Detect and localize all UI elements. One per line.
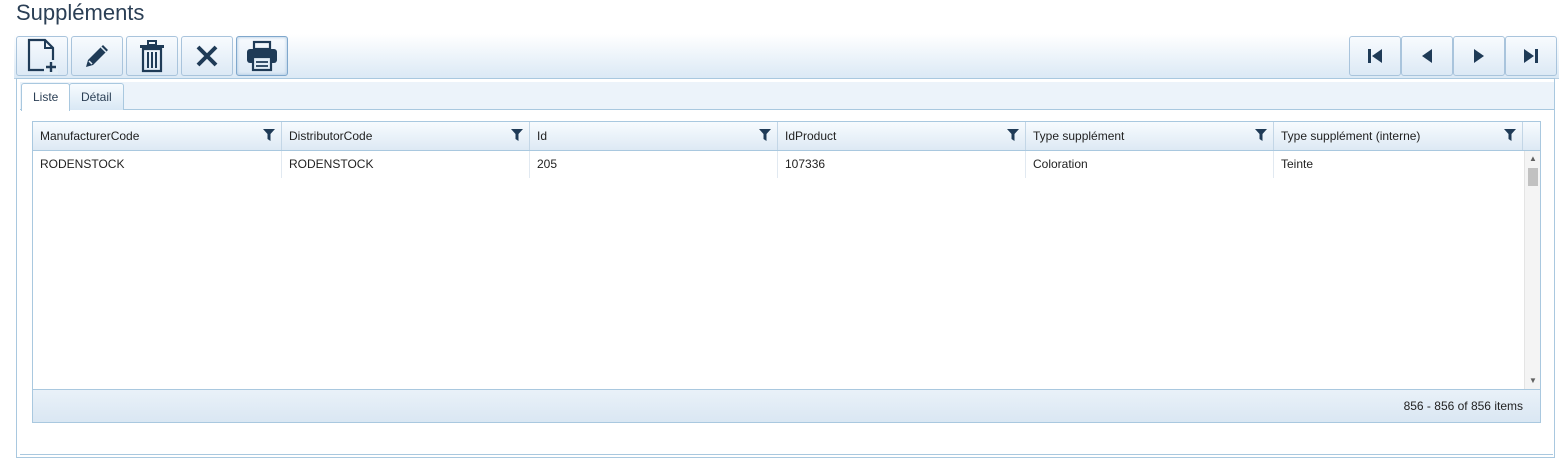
- grid-pager-info: 856 - 856 of 856 items: [33, 389, 1540, 422]
- cell-id: 205: [530, 151, 778, 178]
- column-header-distributorcode[interactable]: DistributorCode: [282, 122, 530, 150]
- next-button[interactable]: [1453, 36, 1505, 76]
- toolbar: [14, 34, 1559, 79]
- next-icon: [1474, 49, 1484, 63]
- last-page-icon: [1524, 49, 1538, 63]
- first-page-icon: [1368, 49, 1382, 63]
- previous-button[interactable]: [1401, 36, 1453, 76]
- filter-icon[interactable]: [1007, 129, 1019, 141]
- scroll-down-icon[interactable]: ▼: [1529, 377, 1537, 385]
- column-header-label: ManufacturerCode: [40, 129, 140, 143]
- column-header-id[interactable]: Id: [530, 122, 778, 150]
- column-header-label: Type supplément: [1033, 129, 1125, 143]
- filter-icon[interactable]: [263, 129, 275, 141]
- cancel-button[interactable]: [181, 36, 233, 76]
- delete-button[interactable]: [126, 36, 178, 76]
- scroll-up-icon[interactable]: ▲: [1529, 155, 1537, 163]
- close-icon: [196, 45, 218, 67]
- new-document-button[interactable]: [16, 36, 68, 76]
- grid-header: ManufacturerCode DistributorCode Id IdPr…: [33, 122, 1540, 151]
- filter-icon[interactable]: [511, 129, 523, 141]
- column-header-manufacturercode[interactable]: ManufacturerCode: [33, 122, 282, 150]
- column-header-label: Id: [537, 129, 548, 143]
- column-header-type-supplement[interactable]: Type supplément: [1026, 122, 1274, 150]
- previous-icon: [1422, 49, 1432, 63]
- print-button[interactable]: [236, 36, 288, 76]
- cell-type-supplement-interne: Teinte: [1281, 157, 1314, 171]
- edit-button[interactable]: [71, 36, 123, 76]
- printer-icon: [247, 40, 277, 72]
- tab-liste[interactable]: Liste: [21, 83, 71, 111]
- column-header-label: DistributorCode: [289, 129, 373, 143]
- last-page-button[interactable]: [1505, 36, 1557, 76]
- filter-icon[interactable]: [1255, 129, 1267, 141]
- column-header-idproduct[interactable]: IdProduct: [778, 122, 1026, 150]
- tab-strip: [20, 82, 1554, 110]
- column-header-label: Type supplément (interne): [1281, 129, 1421, 143]
- tab-detail[interactable]: Détail: [69, 83, 124, 110]
- filter-icon[interactable]: [759, 129, 771, 141]
- column-header-label: IdProduct: [785, 129, 837, 143]
- scroll-thumb[interactable]: [1528, 168, 1538, 186]
- data-grid: ManufacturerCode DistributorCode Id IdPr…: [32, 121, 1541, 423]
- first-page-button[interactable]: [1349, 36, 1401, 76]
- trash-icon: [140, 40, 164, 73]
- page-title: Suppléments: [16, 0, 145, 25]
- cell-type-supplement: Coloration: [1026, 151, 1274, 178]
- new-document-icon: [27, 38, 58, 74]
- vertical-scrollbar[interactable]: ▲ ▼: [1524, 151, 1540, 389]
- pager-info-text: 856 - 856 of 856 items: [1403, 399, 1523, 413]
- filter-icon[interactable]: [1504, 129, 1516, 141]
- cell-manufacturercode: RODENSTOCK: [33, 151, 282, 178]
- panel-divider: [20, 454, 1553, 455]
- column-header-type-supplement-interne[interactable]: Type supplément (interne): [1274, 122, 1523, 150]
- cell-distributorcode: RODENSTOCK: [282, 151, 530, 178]
- table-row[interactable]: RODENSTOCK RODENSTOCK 205 107336 Colorat…: [33, 151, 1524, 178]
- cell-idproduct: 107336: [778, 151, 1026, 178]
- pencil-icon: [86, 45, 108, 67]
